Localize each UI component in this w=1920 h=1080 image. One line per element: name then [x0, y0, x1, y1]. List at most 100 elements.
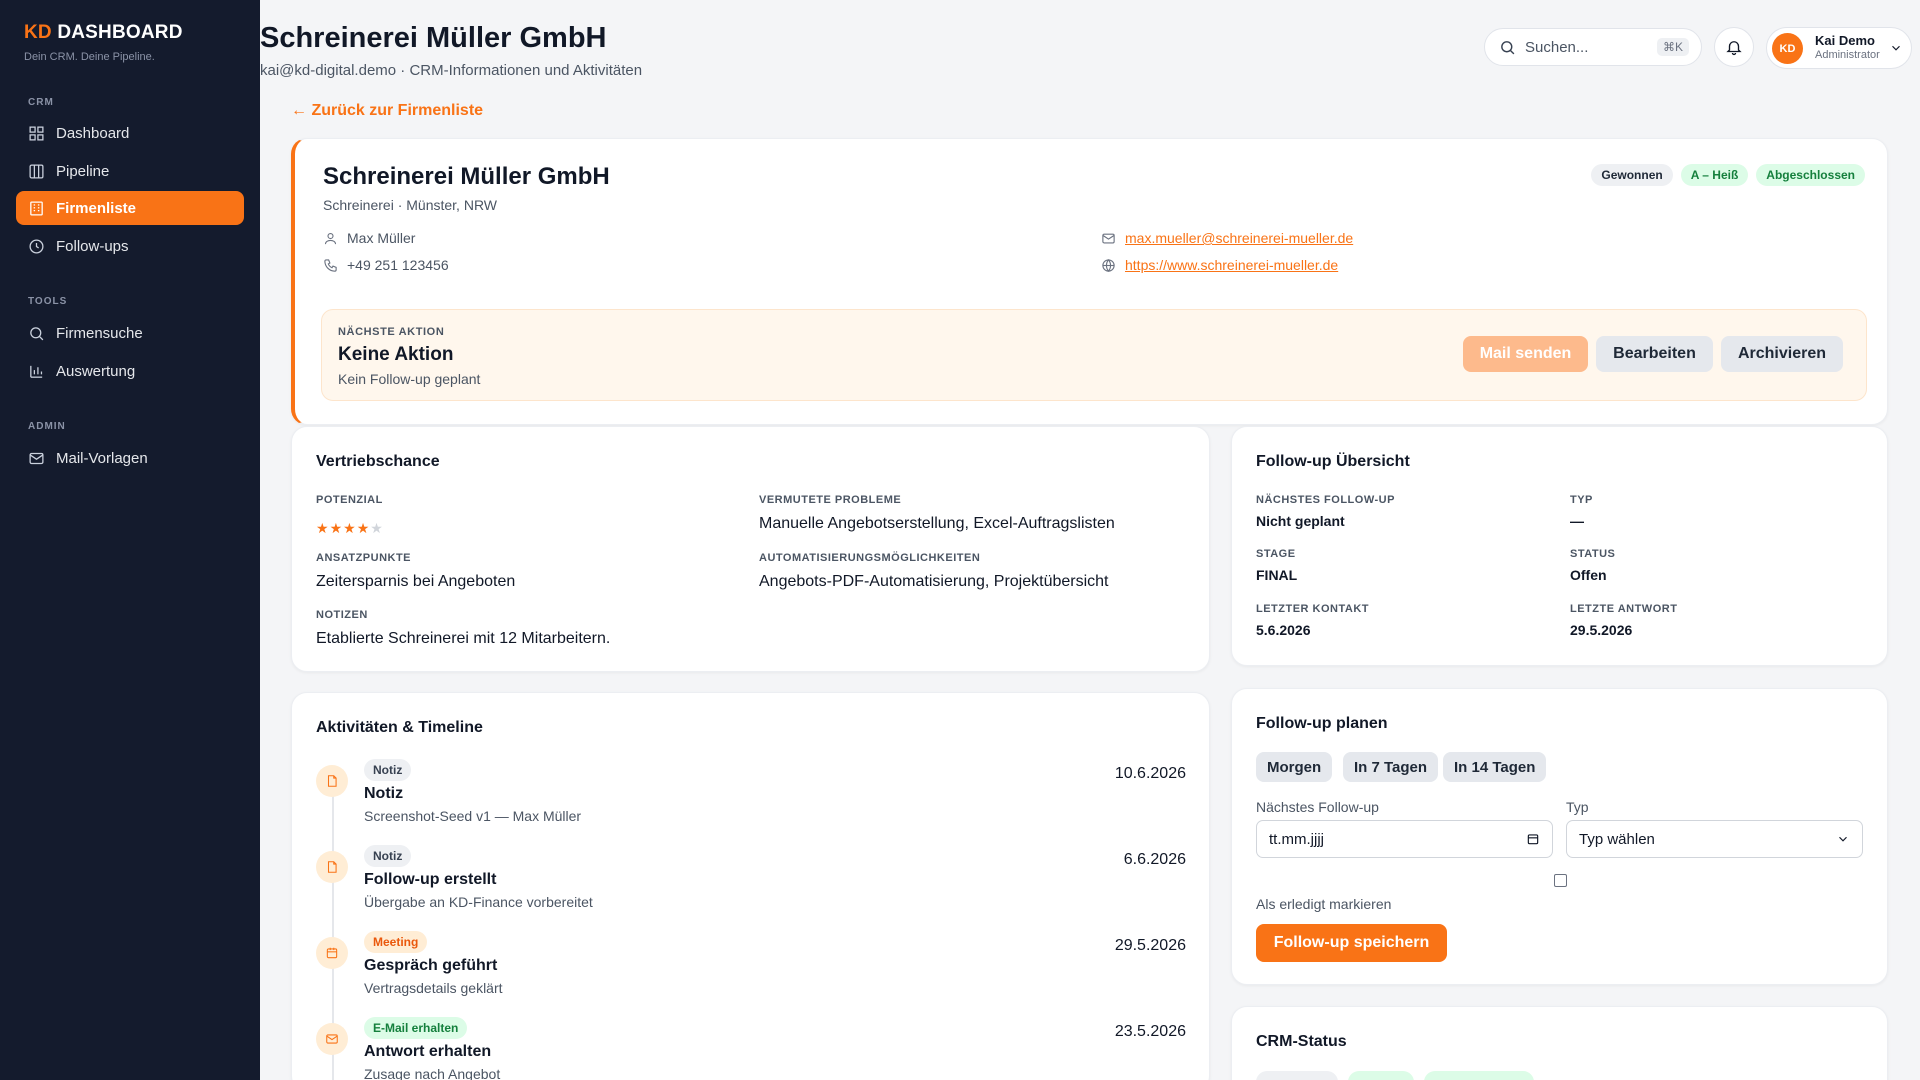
timeline-item[interactable]: Notiz Notiz Screenshot-Seed v1 — Max Mül… [316, 759, 1186, 845]
contact-person: Max Müller [323, 230, 415, 246]
page-subtitle: kai@kd-digital.demo · CRM-Informationen … [260, 62, 643, 79]
user-menu[interactable]: KD Kai Demo Administrator [1766, 27, 1912, 69]
sidebar-item-label: Follow-ups [56, 237, 129, 255]
company-name: Schreinerei Müller GmbH [323, 163, 610, 190]
sidebar-item-label: Dashboard [56, 124, 130, 142]
status-label: STATUS [1570, 548, 1616, 560]
search-icon [1501, 40, 1515, 54]
notes-label: NOTIZEN [316, 609, 368, 621]
last-reply-value: 29.5.2026 [1570, 622, 1633, 638]
sidebar: KD DASHBOARD Dein CRM. Deine Pipeline. C… [0, 0, 260, 1080]
next-action-label: NÄCHSTE AKTION [338, 326, 445, 338]
user-name: Kai Demo [1815, 33, 1875, 48]
bar-chart-icon [30, 365, 43, 378]
contact-phone: +49 251 123456 [323, 257, 449, 273]
status-badge: Gewonnen [1591, 164, 1673, 186]
star-icon: ★ [370, 520, 384, 536]
status-badge-partial [1256, 1071, 1338, 1080]
brand-kd: KD [24, 22, 52, 43]
quick-date-7-days[interactable]: In 7 Tagen [1343, 752, 1439, 782]
potential-rating: ★★★★★ [316, 520, 384, 537]
nav-section-tools: TOOLS [28, 296, 68, 307]
stage-value: FINAL [1256, 567, 1298, 583]
sidebar-item-pipeline[interactable]: Pipeline [16, 154, 244, 188]
notifications-button[interactable] [1714, 27, 1754, 67]
chevron-down-icon [1839, 836, 1847, 842]
timeline-card: Aktivitäten & Timeline Notiz Notiz Scree… [291, 692, 1210, 1080]
sidebar-item-followups[interactable]: Follow-ups [16, 229, 244, 263]
sidebar-item-firmenliste[interactable]: Firmenliste [16, 191, 244, 225]
brand-logo[interactable]: KD DASHBOARD [24, 22, 183, 44]
problems-label: VERMUTETE PROBLEME [759, 494, 902, 506]
edit-button[interactable]: Bearbeiten [1596, 336, 1713, 372]
card-title: CRM-Status [1256, 1033, 1347, 1050]
automation-value: Angebots-PDF-Automatisierung, Projektübe… [759, 573, 1109, 590]
opportunity-card: Vertriebschance POTENZIAL ★★★★★ VERMUTET… [291, 426, 1210, 672]
star-icon: ★ [343, 520, 357, 536]
timeline-item[interactable]: Notiz Follow-up erstellt Übergabe an KD-… [316, 845, 1186, 931]
quick-date-tomorrow[interactable]: Morgen [1256, 752, 1333, 782]
search-input[interactable]: Suchen... ⌘K [1484, 28, 1702, 66]
timeline-date: 6.6.2026 [1123, 851, 1186, 868]
note-icon [316, 851, 348, 883]
stage-badge: Abgeschlossen [1756, 164, 1865, 186]
next-action-title: Keine Aktion [338, 344, 454, 365]
notes-value: Etablierte Schreinerei mit 12 Mitarbeite… [316, 630, 611, 647]
next-action-panel: NÄCHSTE AKTION Keine Aktion Kein Follow-… [321, 309, 1867, 401]
timeline-item[interactable]: E-Mail erhalten Antwort erhalten Zusage … [316, 1017, 1186, 1080]
followup-overview-card: Follow-up Übersicht NÄCHSTES FOLLOW-UP N… [1231, 426, 1888, 666]
email-link[interactable]: max.mueller@schreinerei-mueller.de [1125, 230, 1353, 246]
send-mail-button[interactable]: Mail senden [1463, 336, 1588, 372]
sidebar-item-label: Mail-Vorlagen [56, 449, 148, 467]
back-to-list-link[interactable]: ← Zurück zur Firmenliste [291, 102, 483, 120]
quick-date-14-days[interactable]: In 14 Tagen [1443, 752, 1547, 782]
nav-section-crm: CRM [28, 97, 54, 108]
contact-person-name: Max Müller [347, 230, 416, 246]
pipeline-icon [29, 163, 44, 179]
person-icon [324, 232, 337, 244]
last-contact-label: LETZTER KONTAKT [1256, 603, 1370, 615]
sidebar-item-label: Pipeline [56, 162, 110, 180]
card-title: Vertriebschance [316, 453, 440, 470]
avatar: KD [1772, 33, 1803, 64]
clock-icon [29, 238, 44, 254]
timeline-date: 29.5.2026 [1114, 937, 1186, 954]
sidebar-item-auswertung[interactable]: Auswertung [16, 354, 244, 388]
timeline-badge: Notiz [364, 845, 412, 867]
page-title: Schreinerei Müller GmbH [260, 22, 607, 54]
website-link[interactable]: https://www.schreinerei-mueller.de [1125, 257, 1338, 273]
card-title: Aktivitäten & Timeline [316, 719, 483, 736]
contact-email: max.mueller@schreinerei-mueller.de [1101, 230, 1353, 246]
timeline-title: Gespräch geführt [364, 957, 498, 974]
timeline-badge: E-Mail erhalten [364, 1017, 468, 1039]
calendar-icon [1527, 834, 1539, 845]
sidebar-item-label: Firmensuche [56, 324, 143, 342]
archive-button[interactable]: Archivieren [1721, 336, 1843, 372]
timeline-badge: Notiz [364, 759, 412, 781]
star-icon: ★ [356, 520, 371, 536]
followup-date-field[interactable]: tt.mm.jjjj [1256, 820, 1553, 858]
note-icon [316, 765, 348, 797]
approach-value: Zeitersparnis bei Angeboten [316, 573, 516, 590]
card-title: Follow-up planen [1256, 715, 1388, 732]
save-followup-button[interactable]: Follow-up speichern [1256, 924, 1447, 962]
problems-value: Manuelle Angebotserstellung, Excel-Auftr… [759, 515, 1115, 532]
priority-badge-partial [1348, 1071, 1414, 1080]
dashboard-icon [29, 125, 44, 141]
type-select[interactable]: Typ wählen [1566, 820, 1863, 858]
brand-tagline: Dein CRM. Deine Pipeline. [24, 51, 155, 63]
next-action-subtitle: Kein Follow-up geplant [338, 371, 481, 387]
timeline-subtitle: Vertragsdetails geklärt [364, 980, 503, 996]
date-placeholder: tt.mm.jjjj [1269, 830, 1324, 848]
timeline-item[interactable]: Meeting Gespräch geführt Vertragsdetails… [316, 931, 1186, 1017]
mail-icon [316, 1023, 348, 1055]
sidebar-item-dashboard[interactable]: Dashboard [16, 116, 244, 150]
done-checkbox[interactable] [1554, 874, 1567, 887]
phone-icon [324, 258, 337, 272]
mail-icon [29, 452, 44, 464]
next-followup-field-label: Nächstes Follow-up [1256, 799, 1379, 815]
sidebar-item-mailvorlagen[interactable]: Mail-Vorlagen [16, 441, 244, 475]
sidebar-item-firmensuche[interactable]: Firmensuche [16, 316, 244, 350]
sidebar-item-label: Auswertung [56, 362, 136, 380]
building-icon [30, 200, 43, 216]
